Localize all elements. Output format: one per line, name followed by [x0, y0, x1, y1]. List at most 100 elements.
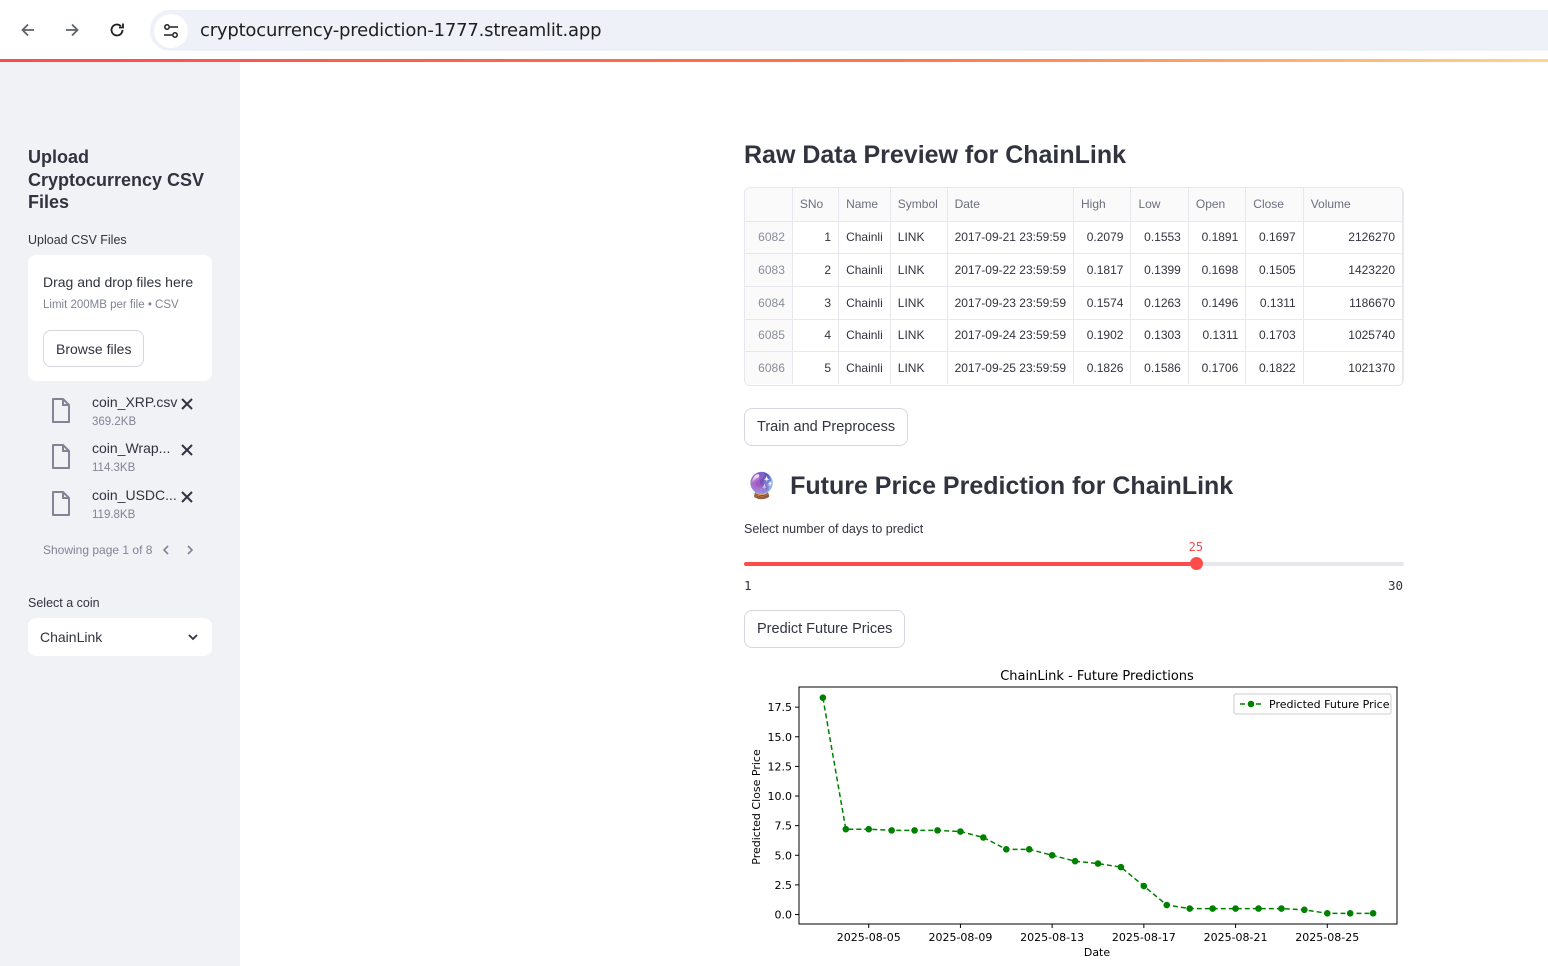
- x-axis-label: Date: [1084, 946, 1111, 959]
- column-header[interactable]: Date: [947, 188, 1075, 222]
- file-size: 369.2KB: [92, 416, 137, 428]
- row-index-cell: 6083: [745, 253, 793, 287]
- slider-thumb[interactable]: [1189, 557, 1203, 570]
- close-icon[interactable]: [179, 396, 195, 412]
- site-settings-button[interactable]: [154, 13, 188, 48]
- legend-marker: [1247, 700, 1255, 708]
- column-header[interactable]: Symbol: [890, 188, 948, 222]
- column-header[interactable]: [745, 188, 793, 222]
- data-point: [1186, 905, 1194, 912]
- x-tick-label: 2025-08-17: [1112, 931, 1176, 944]
- column-header[interactable]: Name: [838, 188, 891, 222]
- table-cell: LINK: [890, 319, 948, 353]
- table-cell: 0.1574: [1073, 286, 1132, 320]
- dropzone-title: Drag and drop files here: [43, 274, 194, 290]
- chart-title: ChainLink - Future Predictions: [1000, 669, 1194, 684]
- column-header[interactable]: Low: [1130, 188, 1189, 222]
- reload-icon: [110, 23, 124, 37]
- table-row: 6086 5 Chainli LINK 2017-09-25 23:59:59 0.182…: [745, 351, 1403, 385]
- reload-button[interactable]: [102, 15, 132, 45]
- data-point: [1071, 857, 1079, 865]
- data-point: [1025, 846, 1033, 853]
- days-slider[interactable]: 25: [744, 540, 1404, 570]
- data-point: [1301, 906, 1308, 914]
- chevron-right-icon[interactable]: [184, 544, 196, 556]
- column-header[interactable]: Close: [1245, 188, 1304, 222]
- table-row: 6082 1 Chainli LINK 2017-09-21 23:59:59 0.207…: [745, 221, 1403, 255]
- raw-data-table[interactable]: SNo Name Symbol Date High Low Open Close Volume …: [744, 187, 1404, 386]
- column-header[interactable]: High: [1073, 188, 1132, 222]
- close-icon[interactable]: [179, 489, 195, 505]
- train-preprocess-button[interactable]: Train and Preprocess: [744, 408, 909, 446]
- uploaded-file-item: coin_XRP.csv 369.2KB: [50, 394, 210, 434]
- table-cell: 2017-09-22 23:59:59: [947, 253, 1075, 287]
- table-cell: 0.1311: [1245, 286, 1304, 320]
- table-cell: Chainli: [838, 253, 891, 287]
- browse-files-button[interactable]: Browse files: [43, 330, 145, 367]
- data-point: [842, 825, 850, 833]
- table-cell: Chainli: [838, 286, 891, 320]
- data-point: [1369, 910, 1377, 917]
- data-point: [1323, 910, 1331, 917]
- table-cell: 2126270: [1303, 221, 1403, 255]
- row-index-cell: 6086: [745, 351, 793, 385]
- predict-future-prices-button[interactable]: Predict Future Prices: [744, 610, 906, 648]
- data-point: [1048, 851, 1056, 859]
- file-name: coin_USDC...: [92, 487, 177, 503]
- sidebar: Upload Cryptocurrency CSV Files Upload C…: [0, 62, 240, 966]
- data-point: [1209, 905, 1216, 912]
- slider-value: 25: [1188, 540, 1204, 554]
- table-cell: 1186670: [1303, 286, 1403, 320]
- slider-fill: [744, 562, 1196, 566]
- table-cell: 0.1902: [1073, 319, 1132, 353]
- back-button[interactable]: [13, 15, 43, 45]
- chevron-left-icon[interactable]: [160, 544, 172, 556]
- data-point: [1094, 860, 1102, 867]
- table-cell: 2017-09-21 23:59:59: [947, 221, 1075, 255]
- file-dropzone[interactable]: Drag and drop files here Limit 200MB per…: [28, 255, 212, 381]
- file-icon: [52, 444, 70, 469]
- file-size: 119.8KB: [92, 509, 136, 521]
- file-size: 114.3KB: [92, 462, 136, 474]
- data-point: [934, 827, 941, 834]
- file-icon: [52, 491, 70, 516]
- upload-label: Upload CSV Files: [28, 233, 127, 247]
- file-name: coin_Wrap...: [92, 440, 171, 456]
- uploaded-file-item: coin_Wrap... 114.3KB: [50, 440, 210, 480]
- data-point: [1002, 846, 1010, 853]
- table-cell: 0.1697: [1245, 221, 1304, 255]
- table-header-row: SNo Name Symbol Date High Low Open Close Volume: [745, 188, 1403, 222]
- row-index-cell: 6082: [745, 221, 793, 255]
- table-cell: LINK: [890, 351, 948, 385]
- column-header[interactable]: SNo: [792, 188, 840, 222]
- table-cell: 1423220: [1303, 253, 1403, 287]
- address-bar[interactable]: cryptocurrency-prediction-1777.streamlit…: [150, 10, 1548, 51]
- file-icon: [52, 398, 70, 423]
- data-point: [1346, 910, 1354, 917]
- table-cell: Chainli: [838, 319, 891, 353]
- select-coin-label: Select a coin: [28, 596, 100, 610]
- table-cell: 2017-09-25 23:59:59: [947, 351, 1075, 385]
- table-cell: LINK: [890, 286, 948, 320]
- data-point: [957, 828, 964, 835]
- table-cell: 0.1553: [1130, 221, 1189, 255]
- slider-min: 1: [744, 578, 752, 593]
- table-cell: 0.1586: [1130, 351, 1189, 385]
- table-cell: Chainli: [838, 221, 891, 255]
- dropzone-limit: Limit 200MB per file • CSV: [43, 299, 179, 311]
- y-tick-label: 7.5: [775, 820, 793, 833]
- data-point: [888, 827, 895, 834]
- data-point: [1117, 863, 1125, 871]
- legend-label: Predicted Future Price: [1269, 698, 1390, 711]
- table-cell: 0.1826: [1073, 351, 1132, 385]
- column-header[interactable]: Volume: [1303, 188, 1403, 222]
- y-axis-label: Predicted Close Price: [750, 749, 763, 865]
- uploaded-file-item: coin_USDC... 119.8KB: [50, 487, 210, 527]
- coin-select[interactable]: ChainLink: [28, 618, 212, 656]
- forward-arrow-icon: [66, 23, 79, 37]
- close-icon[interactable]: [179, 442, 195, 458]
- table-cell: 1021370: [1303, 351, 1403, 385]
- table-cell: 0.1505: [1245, 253, 1304, 287]
- forward-button[interactable]: [57, 15, 87, 45]
- column-header[interactable]: Open: [1188, 188, 1247, 222]
